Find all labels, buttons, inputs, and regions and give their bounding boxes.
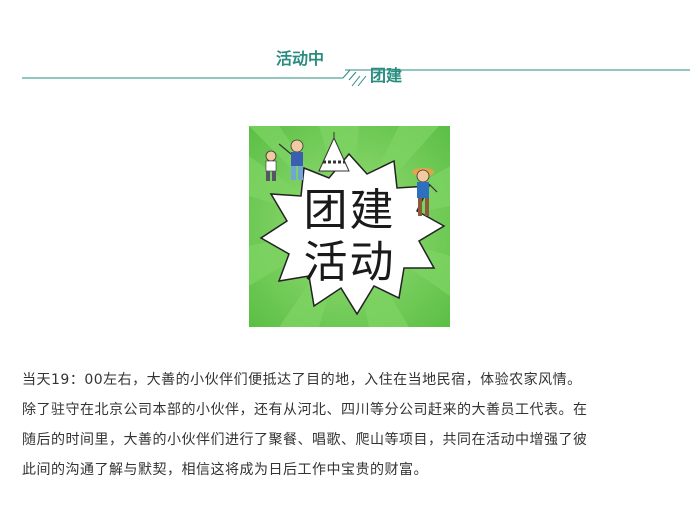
- poster-title-line1: 团建: [303, 185, 396, 236]
- header-title-active: 活动中: [276, 49, 325, 68]
- header-title-teambuilding: 团建: [370, 66, 403, 85]
- header-divider-lines: [22, 69, 690, 87]
- article-line: 当天19：00左右，大善的小伙伴们便抵达了目的地，入住在当地民宿，体验农家风情。: [22, 372, 582, 388]
- section-header: 活动中 团建: [0, 0, 700, 100]
- article-line: 此间的沟通了解与默契，相信这将成为日后工作中宝贵的财富。: [22, 462, 428, 478]
- article-paragraph: 当天19：00左右，大善的小伙伴们便抵达了目的地，入住在当地民宿，体验农家风情。…: [22, 365, 682, 485]
- article-line: 除了驻守在北京公司本部的小伙伴，还有从河北、四川等分公司赶来的大善员工代表。在: [22, 402, 588, 418]
- article-line: 随后的时间里，大善的小伙伴们进行了聚餐、唱歌、爬山等项目，共同在活动中增强了彼: [22, 432, 588, 448]
- poster-title-line2: 活动: [303, 237, 396, 288]
